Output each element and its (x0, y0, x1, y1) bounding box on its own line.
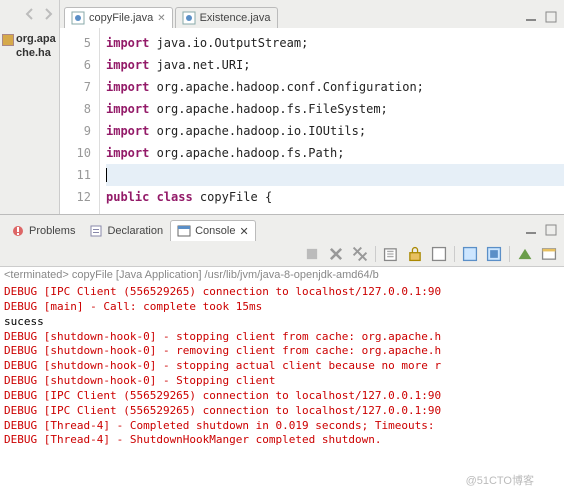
editor-tab-bar: copyFile.java ✕ Existence.java (60, 0, 564, 28)
terminate-icon[interactable] (303, 245, 321, 263)
new-console-icon[interactable] (540, 245, 558, 263)
code-content[interactable]: import java.io.OutputStream;import java.… (100, 28, 564, 214)
forward-arrow-icon[interactable] (41, 7, 55, 21)
process-label: <terminated> copyFile [Java Application]… (0, 267, 564, 283)
scroll-lock-icon[interactable] (406, 245, 424, 263)
maximize-pane-icon[interactable] (544, 223, 558, 237)
package-explorer-pane: org.apache.ha (0, 0, 60, 214)
minimize-pane-icon[interactable] (524, 223, 538, 237)
tab-existence[interactable]: Existence.java (175, 7, 278, 28)
package-icon (2, 34, 14, 46)
maximize-pane-icon[interactable] (544, 10, 558, 24)
top-pane: org.apache.ha copyFile.java ✕ Existence.… (0, 0, 564, 215)
declaration-icon (89, 224, 103, 238)
line-number-gutter: 56789101112 (60, 28, 100, 214)
pin-console-icon[interactable] (461, 245, 479, 263)
tab-problems[interactable]: Problems (4, 220, 82, 241)
console-toolbar (0, 241, 564, 267)
java-file-icon (71, 11, 85, 25)
word-wrap-icon[interactable] (430, 245, 448, 263)
clear-console-icon[interactable] (382, 245, 400, 263)
open-console-icon[interactable] (516, 245, 534, 263)
tab-label: Existence.java (200, 12, 271, 24)
java-file-icon (182, 11, 196, 25)
editor-area[interactable]: 56789101112 import java.io.OutputStream;… (60, 28, 564, 214)
console-output[interactable]: DEBUG [IPC Client (556529265) connection… (0, 283, 564, 504)
nav-toolbar (0, 0, 59, 28)
tab-console[interactable]: Console ✕ (170, 220, 256, 241)
bottom-tab-bar: Problems Declaration Console ✕ (0, 215, 564, 241)
display-selected-icon[interactable] (485, 245, 503, 263)
tab-label: Problems (29, 225, 75, 237)
package-label: org.apache.ha (16, 32, 57, 61)
tab-close-icon[interactable]: ✕ (157, 13, 165, 24)
problems-icon (11, 224, 25, 238)
nav-content: org.apache.ha (0, 28, 59, 214)
editor-pane: copyFile.java ✕ Existence.java 567891011… (60, 0, 564, 214)
tab-label: copyFile.java (89, 12, 153, 24)
package-item[interactable]: org.apache.ha (2, 32, 57, 61)
tab-close-icon[interactable]: ✕ (239, 225, 248, 238)
tab-declaration[interactable]: Declaration (82, 220, 170, 241)
tab-label: Console (195, 225, 235, 237)
tab-copyfile[interactable]: copyFile.java ✕ (64, 7, 173, 28)
minimize-pane-icon[interactable] (524, 10, 538, 24)
console-icon (177, 224, 191, 238)
back-arrow-icon[interactable] (23, 7, 37, 21)
bottom-pane: Problems Declaration Console ✕ <termin (0, 215, 564, 504)
remove-launch-icon[interactable] (327, 245, 345, 263)
tab-label: Declaration (107, 225, 163, 237)
remove-all-icon[interactable] (351, 245, 369, 263)
